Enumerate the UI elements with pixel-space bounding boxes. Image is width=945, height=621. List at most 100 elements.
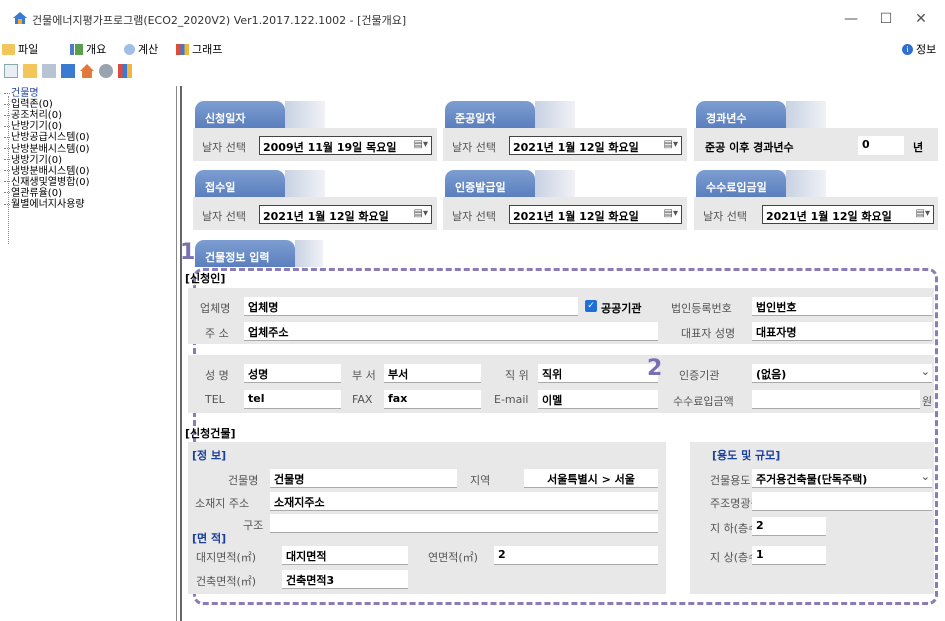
calendar-dropdown-icon: ▤▾ xyxy=(663,208,678,219)
name-field[interactable]: 성명 xyxy=(244,364,341,383)
tree-item-label: 신재생및열병합(0) xyxy=(11,176,90,188)
tree-item-label: 입력존(0) xyxy=(11,99,53,111)
tree-item[interactable]: 난방분배시스템(0) xyxy=(4,144,90,155)
annotation-marker-1: 1 xyxy=(180,240,196,265)
applicant-heading: [신청인] xyxy=(185,272,226,285)
new-file-icon[interactable] xyxy=(4,64,18,78)
maximize-button[interactable]: ☐ xyxy=(871,8,901,30)
save-icon[interactable] xyxy=(42,64,56,78)
tree-connector xyxy=(4,114,10,116)
bar-chart-icon xyxy=(176,43,189,55)
tree-item[interactable]: 열관류율(0) xyxy=(4,188,62,199)
elapsed-unit: 년 xyxy=(913,141,924,154)
tab-apply-date: 신청일자 xyxy=(195,101,285,128)
tree-item[interactable]: 공조처리(0) xyxy=(4,110,62,121)
complete-date-value: 2021년 1월 12일 화요일 xyxy=(513,141,639,154)
save-as-icon[interactable] xyxy=(61,64,75,78)
fee-date-label: 날자 선택 xyxy=(703,210,747,223)
floor-area-label: 연면적(㎡) xyxy=(428,551,478,564)
tree-connector xyxy=(4,181,10,183)
calendar-dropdown-icon: ▤▾ xyxy=(413,139,428,150)
building-name-field[interactable]: 건물명 xyxy=(270,469,457,488)
tab-complete-date: 준공일자 xyxy=(445,101,535,128)
cert-issue-date-picker[interactable]: 2021년 1월 12일 화요일 ▤▾ xyxy=(509,205,682,224)
menu-info[interactable]: i 정보 xyxy=(902,41,936,57)
fee-amount-label: 수수료입금액 xyxy=(673,395,734,408)
structure-field[interactable] xyxy=(270,514,658,533)
tel-label: TEL xyxy=(205,393,225,406)
apply-date-picker[interactable]: 2009년 11월 19일 목요일 ▤▾ xyxy=(259,136,432,155)
company-address-field[interactable]: 업체주소 xyxy=(244,322,658,341)
position-field[interactable]: 직위 xyxy=(538,364,658,383)
site-area-field[interactable]: 대지면적 xyxy=(282,546,408,565)
menu-graph[interactable]: 그래프 xyxy=(176,41,222,57)
chart-icon[interactable] xyxy=(118,64,132,78)
building-area-label: 건축면적(㎡) xyxy=(196,575,257,588)
menu-overview[interactable]: 개요 xyxy=(70,41,106,57)
receipt-date-picker[interactable]: 2021년 1월 12일 화요일 ▤▾ xyxy=(259,205,432,224)
above-floors-field[interactable]: 1 xyxy=(752,546,826,565)
menu-overview-label: 개요 xyxy=(86,43,107,56)
fax-field[interactable]: fax xyxy=(384,390,481,409)
open-folder-icon[interactable] xyxy=(23,64,37,78)
building-address-field[interactable]: 소재지주소 xyxy=(270,492,658,511)
floor-area-field[interactable]: 2 xyxy=(494,546,658,565)
tree-item[interactable]: 월별에너지사용량 xyxy=(4,199,85,210)
complete-date-picker[interactable]: 2021년 1월 12일 화요일 ▤▾ xyxy=(509,136,682,155)
dept-field[interactable]: 부서 xyxy=(384,364,481,383)
fee-date-picker[interactable]: 2021년 1월 12일 화요일 ▤▾ xyxy=(762,205,934,224)
menu-calc[interactable]: 계산 xyxy=(124,41,158,57)
chevron-down-icon: ⌄ xyxy=(920,365,930,378)
tree-item[interactable]: 난방기기(0) xyxy=(4,121,62,132)
tree-item[interactable]: 냉방기기(0) xyxy=(4,155,62,166)
tab-tail xyxy=(535,170,575,197)
building-use-select[interactable]: 주거용건축물(단독주택) ⌄ xyxy=(752,469,932,488)
company-field[interactable]: 업체명 xyxy=(244,297,578,316)
position-label: 직 위 xyxy=(505,369,529,382)
minimize-button[interactable]: — xyxy=(836,8,866,30)
chevron-down-icon: ⌄ xyxy=(920,470,930,483)
building-area-field[interactable]: 건축면적3 xyxy=(282,570,408,589)
structure-label: 구조 xyxy=(243,519,264,532)
ceo-field[interactable]: 대표자명 xyxy=(752,322,932,341)
receipt-date-value: 2021년 1월 12일 화요일 xyxy=(263,210,389,223)
cert-issue-date-value: 2021년 1월 12일 화요일 xyxy=(513,210,639,223)
overview-icon xyxy=(70,43,83,55)
below-floors-field[interactable]: 2 xyxy=(752,517,826,536)
tab-building-info[interactable]: 건물정보 입력 xyxy=(195,240,295,267)
cert-org-select[interactable]: (없음) ⌄ xyxy=(752,364,932,383)
close-button[interactable]: ✕ xyxy=(906,8,936,30)
corp-no-field[interactable]: 법인번호 xyxy=(752,297,932,316)
site-area-label: 대지면적(㎡) xyxy=(196,551,257,564)
apply-date-label: 날자 선택 xyxy=(202,141,246,154)
tree-item-label: 난방기기(0) xyxy=(11,121,62,133)
tree-item[interactable]: 입력존(0) xyxy=(4,99,53,110)
tel-field[interactable]: tel xyxy=(244,390,341,409)
info-heading: [정 보] xyxy=(192,449,227,462)
tree-item[interactable]: 신재생및열병합(0) xyxy=(4,177,90,188)
region-field[interactable]: 서울특별시 > 서울 xyxy=(524,469,658,488)
tab-receipt-date: 접수일 xyxy=(195,170,285,197)
tree-item[interactable]: 냉방분배시스템(0) xyxy=(4,166,90,177)
email-field[interactable]: 이멜 xyxy=(538,390,658,409)
elapsed-label: 준공 이후 경과년수 xyxy=(705,141,794,154)
tree-connector xyxy=(4,92,10,94)
menu-file[interactable]: 파일 xyxy=(2,41,38,57)
menu-file-label: 파일 xyxy=(18,43,39,56)
elapsed-years-field[interactable]: 0 xyxy=(858,136,904,155)
building-icon[interactable] xyxy=(80,64,94,78)
tree-item-label: 냉방기기(0) xyxy=(11,154,62,166)
tab-tail xyxy=(535,101,575,128)
tree-item-root[interactable]: 건물명 xyxy=(4,88,39,99)
building-name-label: 건물명 xyxy=(228,474,259,487)
fee-date-value: 2021년 1월 12일 화요일 xyxy=(766,210,892,223)
public-agency-checkbox[interactable]: ✓ xyxy=(585,300,597,312)
fee-amount-field[interactable] xyxy=(752,390,920,409)
menu-calc-label: 계산 xyxy=(138,43,159,56)
tab-elapsed: 경과년수 xyxy=(696,101,786,128)
settings-gear-icon[interactable] xyxy=(99,64,113,78)
tree-item[interactable]: 난방공급시스템(0) xyxy=(4,132,90,143)
tree-connector xyxy=(4,125,10,127)
calendar-dropdown-icon: ▤▾ xyxy=(413,208,428,219)
main-light-field[interactable] xyxy=(752,492,932,511)
